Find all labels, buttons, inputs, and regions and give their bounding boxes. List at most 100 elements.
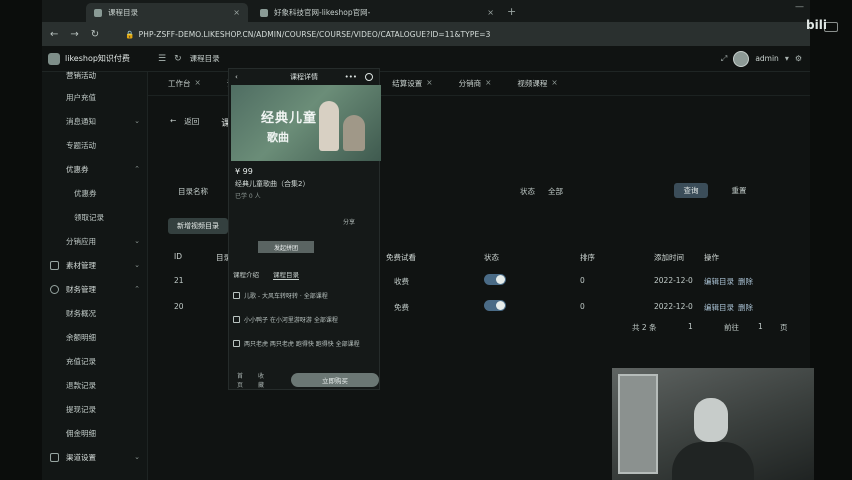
tag-workbench[interactable]: 工作台 × [168, 78, 201, 89]
filter-status-label: 状态 [520, 187, 535, 196]
list-item[interactable]: 儿歌 - 大风车转呀转 · 全部课程 [233, 291, 375, 300]
logo-icon [48, 52, 60, 65]
cell-free: 收费 [394, 277, 409, 286]
favorite-button[interactable]: 收藏 [258, 371, 269, 389]
sidebar-item-coupon-group[interactable]: 优惠券 ⌃ [42, 160, 148, 178]
delete-link[interactable]: 删除 [738, 302, 753, 313]
top-bar: likeshop知识付费 ☰ ↻ 课程目录 ⤢ admin ▾ ⚙ [42, 46, 810, 72]
gear-icon[interactable]: ⚙ [795, 54, 802, 63]
edit-link[interactable]: 编辑目录 [704, 302, 734, 313]
address-bar: ← → ↻ 🔒 PHP-ZSFF-DEMO.LIKESHOP.CN/ADMIN/C… [42, 22, 810, 46]
close-icon[interactable]: × [195, 78, 201, 89]
forward-arrow-icon[interactable]: → [70, 29, 78, 40]
th-sort: 排序 [580, 253, 595, 262]
tv-icon [824, 22, 838, 32]
avatar[interactable] [733, 50, 750, 67]
folder-icon [50, 260, 59, 270]
th-status: 状态 [484, 253, 499, 262]
record-icon[interactable] [365, 73, 373, 81]
user-name[interactable]: admin [755, 54, 779, 63]
reload-icon[interactable]: ↻ [91, 29, 99, 40]
filter-status-select[interactable]: 全部 [548, 186, 563, 197]
close-icon[interactable]: × [551, 78, 557, 89]
list-item[interactable]: 两只老虎 两只老虎 跑得快 跑得快 全部课程 [233, 339, 375, 348]
url-field[interactable]: 🔒 PHP-ZSFF-DEMO.LIKESHOP.CN/ADMIN/COURSE/… [125, 30, 490, 39]
sidebar-item-channel[interactable]: 渠道设置 ⌄ [42, 448, 148, 466]
sidebar-item-coupon-records[interactable]: 领取记录 [42, 208, 148, 226]
finance-icon [50, 284, 59, 294]
tag-settlement[interactable]: 结算设置 × [392, 78, 432, 89]
browser-tabstrip: 课程目录 × 好象科技官网-likeshop官网- × + — [42, 0, 810, 22]
status-toggle[interactable] [484, 274, 506, 285]
sidebar-item-balance[interactable]: 余额明细 [42, 328, 148, 346]
sidebar-item-refund-records[interactable]: 退款记录 [42, 376, 148, 394]
sidebar-item-material[interactable]: 素材管理 ⌄ [42, 256, 148, 274]
close-icon[interactable]: × [233, 8, 240, 17]
sidebar-item-distribution[interactable]: 分销应用 ⌄ [42, 232, 148, 250]
sidebar-item-notice[interactable]: 消息通知 ⌄ [42, 112, 148, 130]
tab-catalogue[interactable]: 课程目录 [273, 269, 299, 280]
sidebar-item-topic[interactable]: 专题活动 [42, 136, 148, 154]
course-banner: 经典儿童 歌曲 [231, 85, 381, 161]
presenter-torso [672, 442, 754, 480]
chevron-down-icon[interactable]: ▾ [785, 54, 789, 63]
new-tab-icon[interactable]: + [507, 5, 516, 18]
pager-current[interactable]: 1 [688, 322, 693, 331]
browser-chrome: 课程目录 × 好象科技官网-likeshop官网- × + — ← → ↻ 🔒 P… [42, 0, 810, 46]
back-arrow-icon[interactable]: ← [50, 29, 58, 40]
th-free: 免费试看 [386, 253, 416, 262]
back-arrow-icon[interactable]: ‹ [235, 73, 238, 81]
sidebar-item-recharge-records[interactable]: 充值记录 [42, 352, 148, 370]
course-learners: 已学 0 人 [235, 193, 261, 200]
sidebar-item-marketing[interactable]: 营销活动 [42, 66, 148, 84]
video-icon [233, 316, 240, 323]
webcam-overlay [612, 368, 814, 480]
close-icon[interactable]: × [426, 78, 432, 89]
video-icon [233, 292, 240, 299]
refresh-icon[interactable]: ↻ [174, 54, 182, 64]
add-video-catalogue-button[interactable]: 新增视频目录 [168, 218, 228, 234]
browser-tab-catalogue[interactable]: 课程目录 × [86, 3, 248, 22]
th-id: ID [174, 252, 182, 261]
sidebar-item-withdraw-records[interactable]: 提现记录 [42, 400, 148, 418]
status-toggle[interactable] [484, 300, 506, 311]
sidebar-item-finance-overview[interactable]: 财务概况 [42, 304, 148, 322]
pager-goto-input[interactable]: 1 [758, 322, 763, 331]
edit-link[interactable]: 编辑目录 [704, 276, 734, 287]
cell-id: 20 [174, 302, 184, 311]
cell-time: 2022-12-0 [654, 302, 693, 311]
share-button[interactable]: 分享 [343, 217, 355, 226]
th-actions: 操作 [704, 253, 719, 262]
sidebar-item-finance[interactable]: 财务管理 ⌃ [42, 280, 148, 298]
fullscreen-icon[interactable]: ⤢ [721, 54, 727, 64]
collapse-menu-icon[interactable]: ☰ [158, 54, 166, 64]
reset-button[interactable]: 重置 [722, 183, 756, 198]
window-background [618, 374, 658, 474]
child-illustration [343, 115, 365, 151]
filter-name-label: 目录名称 [178, 187, 208, 196]
tag-distributor[interactable]: 分销商 × [459, 78, 492, 89]
sidebar-item-recharge[interactable]: 用户充值 [42, 88, 148, 106]
sidebar: 营销活动 用户充值 消息通知 ⌄ 专题活动 优惠券 ⌃ 优惠券 领取记录 分销应用 ⌄… [42, 71, 148, 480]
list-item[interactable]: 小小鸭子 在小河里游呀游 全部课程 [233, 315, 375, 324]
close-icon[interactable]: × [487, 8, 494, 17]
search-button[interactable]: 查询 [674, 183, 708, 198]
chevron-down-icon: ⌄ [134, 117, 140, 125]
close-icon[interactable]: × [485, 78, 491, 89]
tag-video-course[interactable]: 视频课程 × [517, 78, 557, 89]
th-time: 添加时间 [654, 253, 684, 262]
back-arrow-icon[interactable]: ← [170, 116, 176, 129]
back-link[interactable]: 返回 [184, 116, 199, 129]
browser-tab-likeshop[interactable]: 好象科技官网-likeshop官网- × [252, 3, 502, 22]
tab-intro[interactable]: 课程介绍 [233, 269, 259, 280]
window-controls-icon[interactable]: — [795, 2, 804, 12]
pager-suffix: 页 [780, 323, 788, 332]
delete-link[interactable]: 删除 [738, 276, 753, 287]
home-button[interactable]: 首页 [237, 371, 248, 389]
sidebar-item-coupon[interactable]: 优惠券 [42, 184, 148, 202]
buy-button[interactable]: 立即购买 [291, 373, 380, 387]
sidebar-item-commission[interactable]: 佣金明细 [42, 424, 148, 442]
cell-time: 2022-12-0 [654, 276, 693, 285]
video-icon [233, 340, 240, 347]
more-icon[interactable]: ••• [345, 73, 357, 81]
